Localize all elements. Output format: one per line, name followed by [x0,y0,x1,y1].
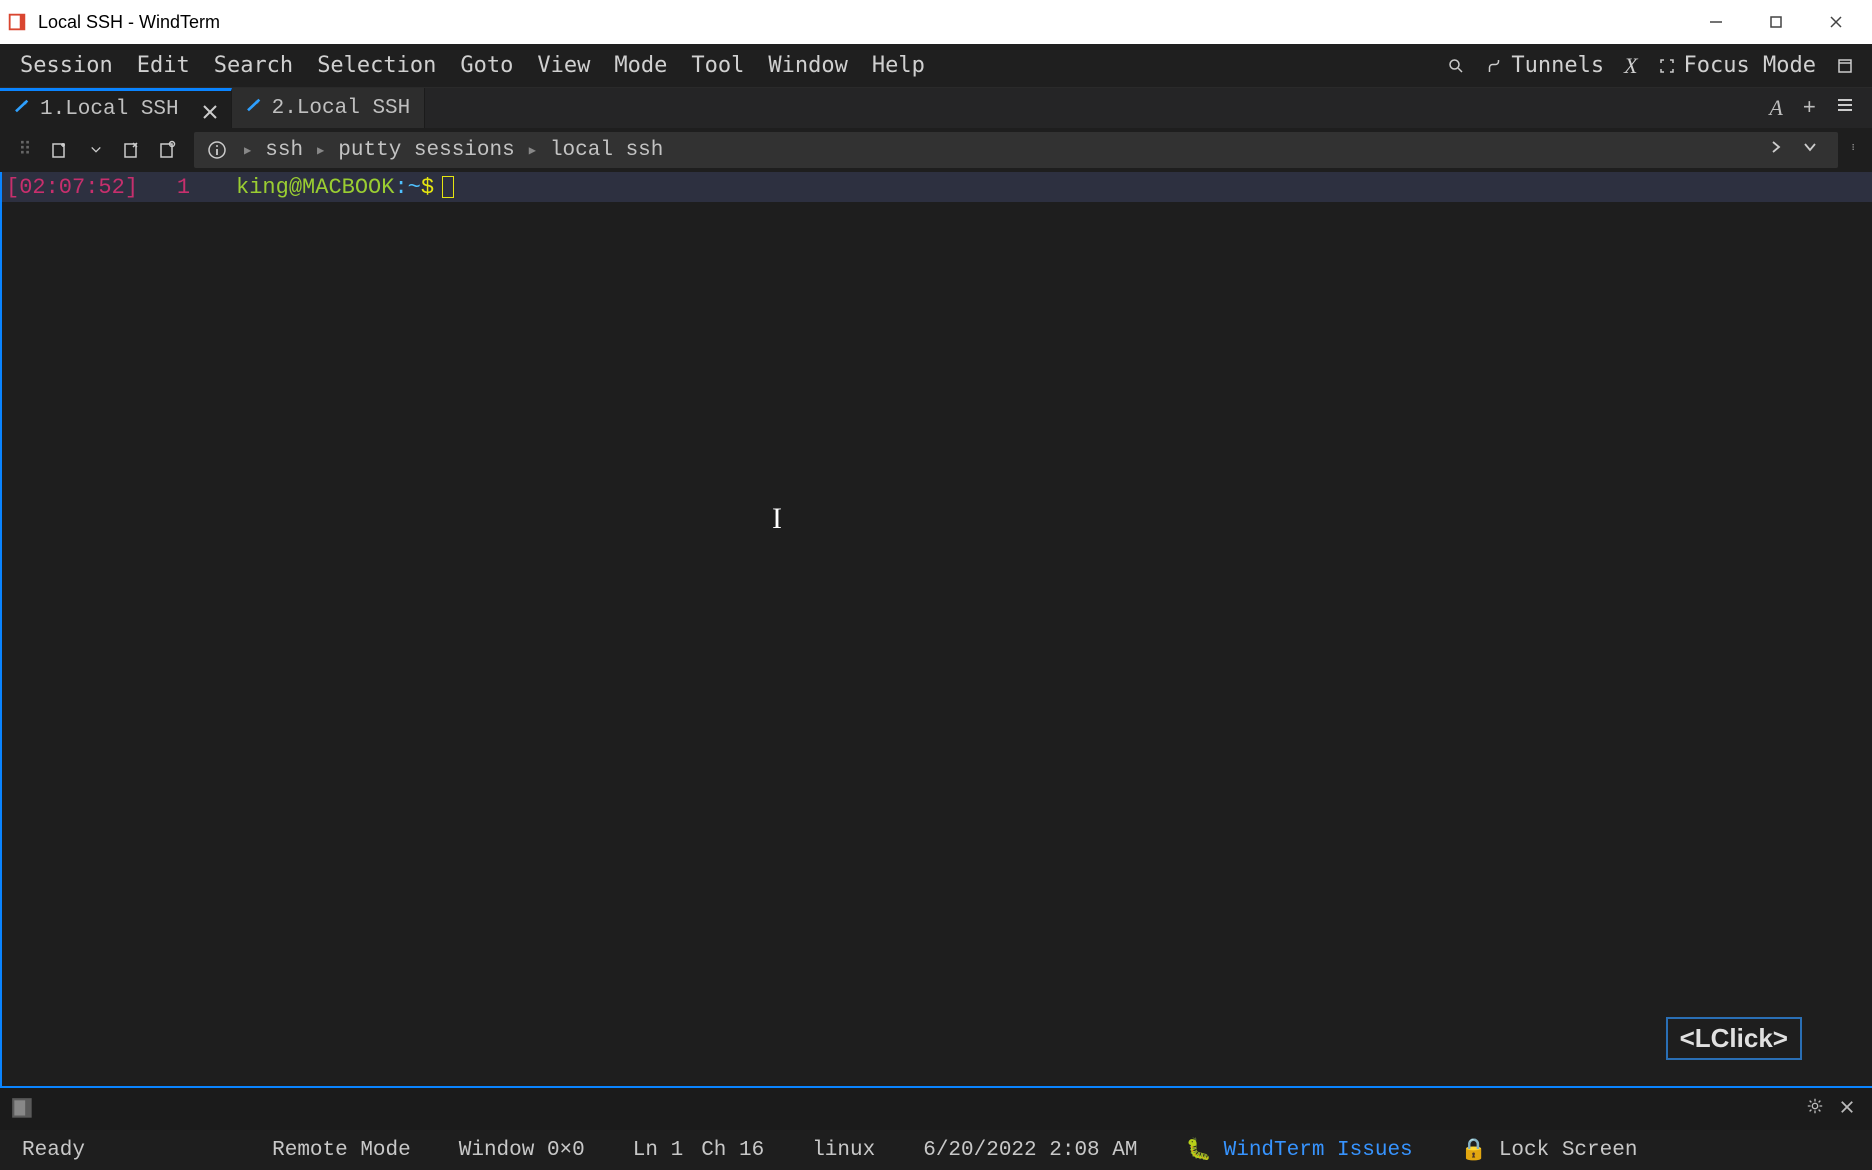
tab-label: 1.Local SSH [40,98,179,121]
breadcrumb-sep-icon: ▶ [515,143,550,158]
status-os[interactable]: linux [812,1139,875,1162]
breadcrumb-sep-icon: ▶ [230,143,265,158]
status-issues-link[interactable]: WindTerm Issues [1224,1139,1413,1162]
menu-tool[interactable]: Tool [679,47,756,84]
status-remote-mode[interactable]: Remote Mode [272,1139,411,1162]
status-char[interactable]: Ch 16 [701,1139,764,1162]
close-button[interactable] [1806,0,1866,44]
bottom-toolstrip [0,1086,1872,1130]
breadcrumb-item[interactable]: local ssh [550,139,663,162]
font-button[interactable]: A [1769,95,1782,121]
statusbar: Ready Remote Mode Window 0×0 Ln 1 Ch 16 … [0,1130,1872,1170]
kebab-icon[interactable] [1838,137,1872,164]
session-icon [14,98,30,121]
bug-icon: 🐛 [1185,1138,1211,1163]
tunnels-button[interactable]: Tunnels [1475,49,1614,82]
terminal-line: [02:07:52] 1 king@MACBOOK:~$ [2,172,1872,202]
x-icon[interactable]: X [1614,49,1647,83]
status-datetime: 6/20/2022 2:08 AM [923,1139,1137,1162]
prompt-userhost: king@MACBOOK [236,175,394,200]
chevron-down-icon[interactable] [1802,139,1818,162]
menu-session[interactable]: Session [8,47,125,84]
menu-goto[interactable]: Goto [448,47,525,84]
focus-mode-button[interactable]: Focus Mode [1648,49,1826,82]
chevron-down-icon[interactable] [78,134,114,166]
prompt-dollar: $ [421,175,434,200]
gear-icon[interactable] [1798,1097,1832,1122]
breadcrumb-sep-icon: ▶ [303,143,338,158]
titlebar: Local SSH - WindTerm [0,0,1872,44]
duplicate-file-icon[interactable] [150,134,186,166]
tab-tools: A + [1751,88,1872,128]
status-lock-screen[interactable]: Lock Screen [1499,1139,1638,1162]
cursor [442,176,454,198]
timestamp: [02:07:52] [6,175,138,200]
close-file-icon[interactable] [114,134,150,166]
terminal[interactable]: [02:07:52] 1 king@MACBOOK:~$ I <LClick> [0,172,1872,1086]
maximize-button[interactable] [1746,0,1806,44]
pathbar: ⠿ ▶ ssh ▶ putty sessions ▶ local ssh [0,128,1872,172]
tab-1[interactable]: 1.Local SSH [0,88,232,128]
search-icon[interactable] [1437,53,1475,79]
breadcrumb-item[interactable]: putty sessions [338,139,514,162]
chevron-right-icon[interactable] [1768,139,1784,162]
app-logo-icon[interactable] [10,1096,36,1122]
lock-icon: 🔒 [1461,1138,1487,1163]
minimize-button[interactable] [1686,0,1746,44]
new-file-icon[interactable] [42,134,78,166]
status-line[interactable]: Ln 1 [633,1139,683,1162]
session-icon [246,97,262,120]
close-icon[interactable] [203,103,217,117]
status-ready: Ready [22,1139,85,1162]
app-icon [6,11,28,33]
tab-label: 2.Local SSH [272,97,411,120]
status-window-size[interactable]: Window 0×0 [459,1139,585,1162]
breadcrumb[interactable]: ▶ ssh ▶ putty sessions ▶ local ssh [194,132,1838,168]
focus-mode-label: Focus Mode [1684,53,1816,78]
close-strip-icon[interactable] [1832,1098,1862,1121]
line-number: 1 [138,175,190,200]
tabbar: 1.Local SSH 2.Local SSH A + [0,88,1872,128]
window-title: Local SSH - WindTerm [38,12,1686,33]
prompt-colon: : [394,175,407,200]
hamburger-icon[interactable] [1836,96,1854,121]
menu-search[interactable]: Search [202,47,305,84]
text-cursor-icon: I [772,502,782,536]
menubar: Session Edit Search Selection Goto View … [0,44,1872,88]
tab-2[interactable]: 2.Local SSH [232,88,426,128]
menu-window[interactable]: Window [756,47,859,84]
menu-edit[interactable]: Edit [125,47,202,84]
drag-handle-icon[interactable]: ⠿ [6,134,42,166]
add-tab-button[interactable]: + [1803,96,1816,121]
menu-selection[interactable]: Selection [305,47,448,84]
prompt-path: ~ [408,175,421,200]
menu-help[interactable]: Help [860,47,937,84]
breadcrumb-item[interactable]: ssh [265,139,303,162]
click-indicator: <LClick> [1666,1017,1802,1060]
menu-mode[interactable]: Mode [602,47,679,84]
menu-view[interactable]: View [525,47,602,84]
tunnels-label: Tunnels [1511,53,1604,78]
layout-icon[interactable] [1826,53,1864,79]
window-controls [1686,0,1866,44]
info-icon[interactable] [204,134,230,166]
